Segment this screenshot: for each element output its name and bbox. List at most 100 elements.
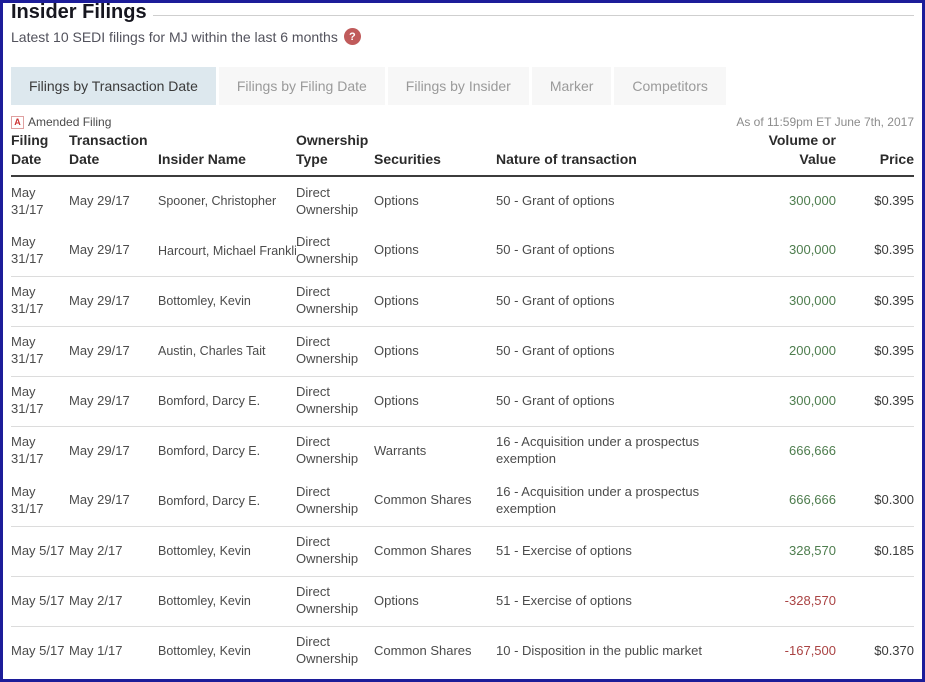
tab-content: A Amended Filing As of 11:59pm ET June 7… — [11, 115, 914, 676]
securities-cell: Common Shares — [374, 626, 496, 676]
table-row: May 5/17 May 1/17 Bottomley, Kevin Direc… — [11, 626, 914, 676]
price-cell: $0.395 — [836, 226, 914, 276]
insider-filings-panel: Insider Filings Latest 10 SEDI filings f… — [0, 0, 925, 682]
insider-name-cell: Harcourt, Michael Franklin — [158, 226, 296, 276]
column-header: Filing Date — [11, 131, 69, 176]
insider-name-cell: Bomford, Darcy E. — [158, 476, 296, 526]
nature-of-transaction-cell: 51 - Exercise of options — [496, 576, 743, 626]
tab-bar: Filings by Transaction DateFilings by Fi… — [11, 67, 914, 105]
volume-cell: 666,666 — [743, 426, 836, 476]
volume-cell: 300,000 — [743, 176, 836, 226]
tab-filings-by-insider[interactable]: Filings by Insider — [388, 67, 529, 105]
tab-competitors[interactable]: Competitors — [614, 67, 725, 105]
transaction-date-cell: May 1/17 — [69, 626, 158, 676]
securities-cell: Options — [374, 326, 496, 376]
header-row: Filing Date Transaction Date Insider Nam… — [11, 131, 914, 176]
table-row: May 31/17 May 29/17 Bomford, Darcy E. Di… — [11, 476, 914, 526]
column-header: Ownership Type — [296, 131, 374, 176]
title-row: Insider Filings — [11, 1, 914, 19]
filing-date-cell: May 31/17 — [11, 426, 69, 476]
transaction-date-cell: May 29/17 — [69, 226, 158, 276]
insider-name-cell: Bottomley, Kevin — [158, 276, 296, 326]
price-cell: $0.300 — [836, 476, 914, 526]
subtitle-text: Latest 10 SEDI filings for MJ within the… — [11, 29, 338, 45]
ownership-type-cell: Direct Ownership — [296, 226, 374, 276]
price-cell: $0.395 — [836, 176, 914, 226]
table-row: May 5/17 May 2/17 Bottomley, Kevin Direc… — [11, 576, 914, 626]
column-header: Transaction Date — [69, 131, 158, 176]
volume-cell: 328,570 — [743, 526, 836, 576]
filing-date-cell: May 31/17 — [11, 476, 69, 526]
table-row: May 5/17 May 2/17 Bottomley, Kevin Direc… — [11, 526, 914, 576]
securities-cell: Options — [374, 576, 496, 626]
ownership-type-cell: Direct Ownership — [296, 426, 374, 476]
meta-row: A Amended Filing As of 11:59pm ET June 7… — [11, 115, 914, 129]
securities-cell: Options — [374, 376, 496, 426]
column-header: Insider Name — [158, 131, 296, 176]
nature-of-transaction-cell: 16 - Acquisition under a prospectus exem… — [496, 476, 743, 526]
securities-cell: Warrants — [374, 426, 496, 476]
ownership-type-cell: Direct Ownership — [296, 526, 374, 576]
filing-date-cell: May 5/17 — [11, 626, 69, 676]
ownership-type-cell: Direct Ownership — [296, 626, 374, 676]
filing-date-cell: May 5/17 — [11, 576, 69, 626]
nature-of-transaction-cell: 50 - Grant of options — [496, 326, 743, 376]
insider-name-cell: Austin, Charles Tait — [158, 326, 296, 376]
column-header: Volume or Value — [743, 131, 836, 176]
filing-date-cell: May 5/17 — [11, 526, 69, 576]
amended-filing-legend: A Amended Filing — [11, 115, 111, 129]
securities-cell: Options — [374, 226, 496, 276]
nature-of-transaction-cell: 16 - Acquisition under a prospectus exem… — [496, 426, 743, 476]
nature-of-transaction-cell: 50 - Grant of options — [496, 376, 743, 426]
amended-filing-label: Amended Filing — [28, 115, 111, 129]
securities-cell: Common Shares — [374, 526, 496, 576]
insider-name-cell: Bomford, Darcy E. — [158, 426, 296, 476]
as-of-timestamp: As of 11:59pm ET June 7th, 2017 — [736, 115, 914, 129]
insider-name-cell: Bottomley, Kevin — [158, 626, 296, 676]
filing-date-cell: May 31/17 — [11, 376, 69, 426]
ownership-type-cell: Direct Ownership — [296, 476, 374, 526]
filings-table-head: Filing Date Transaction Date Insider Nam… — [11, 131, 914, 176]
transaction-date-cell: May 29/17 — [69, 176, 158, 226]
volume-cell: -167,500 — [743, 626, 836, 676]
transaction-date-cell: May 29/17 — [69, 476, 158, 526]
nature-of-transaction-cell: 50 - Grant of options — [496, 176, 743, 226]
price-cell: $0.395 — [836, 376, 914, 426]
filing-date-cell: May 31/17 — [11, 276, 69, 326]
price-cell: $0.395 — [836, 276, 914, 326]
page-title: Insider Filings — [11, 1, 147, 23]
tab-filings-by-filing-date[interactable]: Filings by Filing Date — [219, 67, 385, 105]
ownership-type-cell: Direct Ownership — [296, 376, 374, 426]
volume-cell: -328,570 — [743, 576, 836, 626]
help-icon[interactable]: ? — [344, 28, 361, 45]
insider-name-cell: Bottomley, Kevin — [158, 526, 296, 576]
filings-table-body: May 31/17 May 29/17 Spooner, Christopher… — [11, 176, 914, 676]
tab-filings-by-transaction-date[interactable]: Filings by Transaction Date — [11, 67, 216, 105]
table-row: May 31/17 May 29/17 Spooner, Christopher… — [11, 176, 914, 226]
transaction-date-cell: May 2/17 — [69, 576, 158, 626]
filing-date-cell: May 31/17 — [11, 176, 69, 226]
tab-marker[interactable]: Marker — [532, 67, 612, 105]
insider-name-cell: Bomford, Darcy E. — [158, 376, 296, 426]
filing-date-cell: May 31/17 — [11, 326, 69, 376]
volume-cell: 300,000 — [743, 376, 836, 426]
filings-table: Filing Date Transaction Date Insider Nam… — [11, 131, 914, 676]
table-row: May 31/17 May 29/17 Bottomley, Kevin Dir… — [11, 276, 914, 326]
ownership-type-cell: Direct Ownership — [296, 276, 374, 326]
volume-cell: 666,666 — [743, 476, 836, 526]
transaction-date-cell: May 29/17 — [69, 276, 158, 326]
transaction-date-cell: May 29/17 — [69, 326, 158, 376]
transaction-date-cell: May 29/17 — [69, 376, 158, 426]
price-cell — [836, 426, 914, 476]
nature-of-transaction-cell: 10 - Disposition in the public market — [496, 626, 743, 676]
nature-of-transaction-cell: 51 - Exercise of options — [496, 526, 743, 576]
title-divider — [153, 1, 914, 16]
ownership-type-cell: Direct Ownership — [296, 176, 374, 226]
price-cell: $0.370 — [836, 626, 914, 676]
insider-name-cell: Bottomley, Kevin — [158, 576, 296, 626]
filing-date-cell: May 31/17 — [11, 226, 69, 276]
price-cell: $0.395 — [836, 326, 914, 376]
transaction-date-cell: May 29/17 — [69, 426, 158, 476]
volume-cell: 300,000 — [743, 226, 836, 276]
amended-filing-icon: A — [11, 116, 24, 129]
